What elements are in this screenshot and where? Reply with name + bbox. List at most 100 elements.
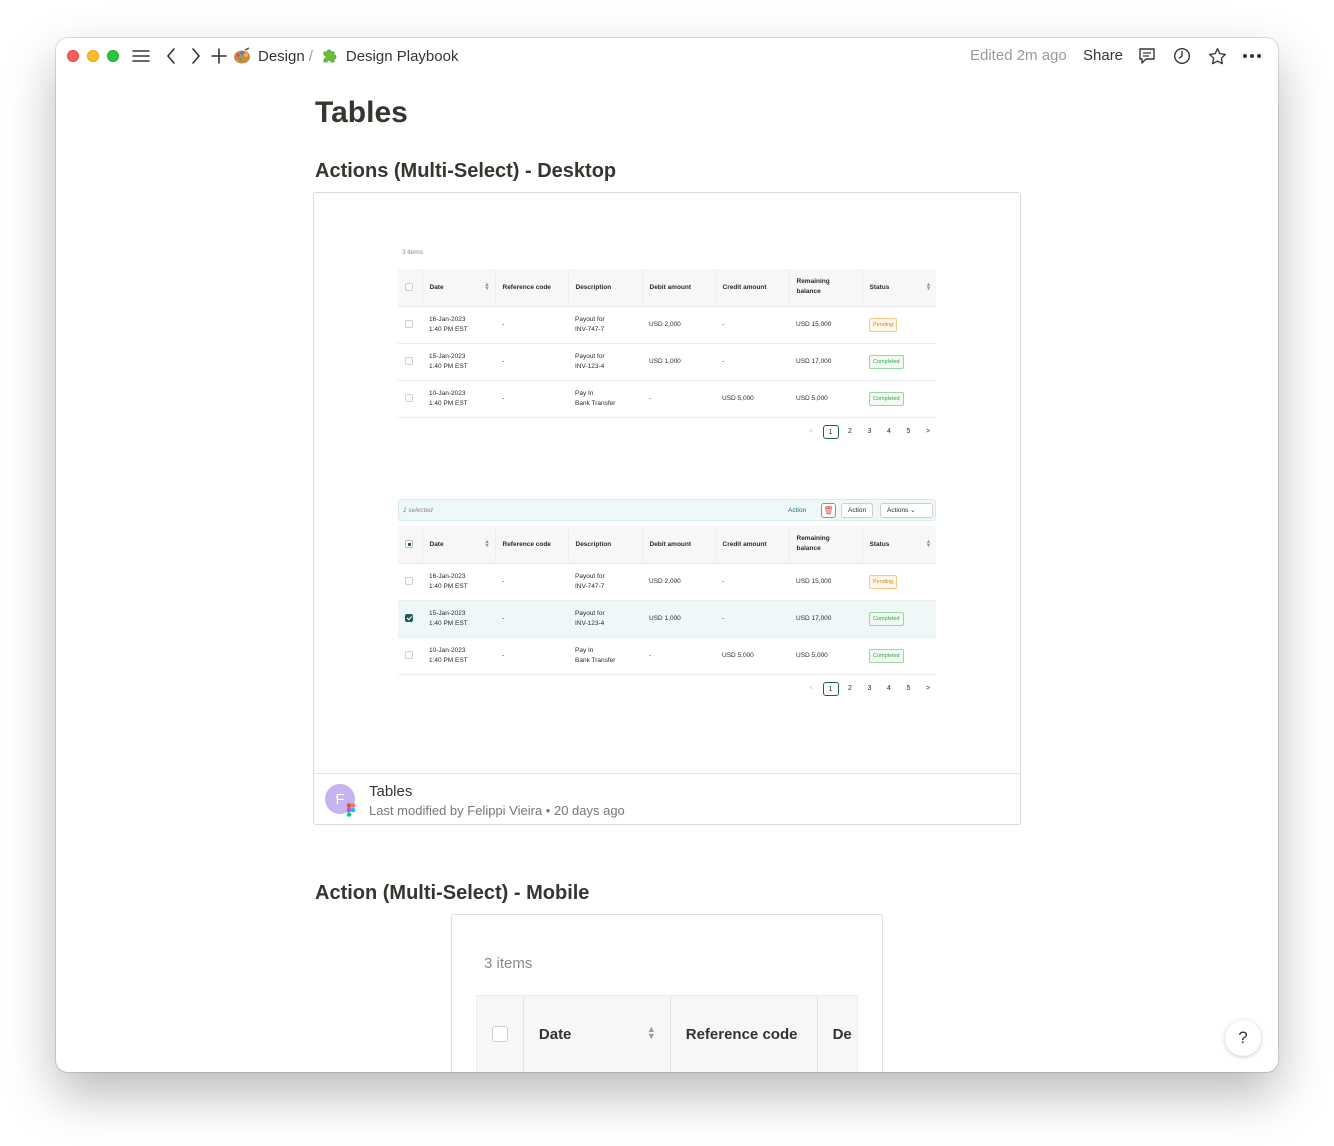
- row-checkbox[interactable]: [405, 393, 413, 402]
- mobile-figma-embed[interactable]: 3 items Date ▲ ▼ Reference code De: [451, 914, 883, 1072]
- breadcrumb-separator: /: [308, 47, 313, 65]
- chevron-down-icon: ⌄: [910, 507, 916, 514]
- bulk-action-bar: 1 selected Action 🗑 Action Actions ⌄: [398, 499, 936, 521]
- next-page-button[interactable]: >: [920, 682, 936, 696]
- sort-icon[interactable]: ▴ ▾: [485, 282, 488, 292]
- table-row[interactable]: 16-Jan-2023 1:40 PM EST - Payout for INV-7…: [398, 306, 936, 344]
- embed-title: Tables: [369, 783, 413, 800]
- page-title: Tables: [315, 96, 408, 129]
- status-badge: Completed: [869, 611, 904, 626]
- select-all-checkbox[interactable]: [398, 269, 423, 307]
- status-badge: Completed: [869, 391, 904, 406]
- row-checkbox-checked[interactable]: [405, 613, 413, 622]
- select-all-checkbox[interactable]: [398, 526, 423, 564]
- embed-subtitle: Last modified by Felippi Vieira • 20 day…: [369, 803, 625, 818]
- figma-embed[interactable]: 3 items Date ▴ ▾ Reference code Descriptio…: [313, 192, 1021, 825]
- minimize-window-button[interactable]: [87, 50, 99, 62]
- status-badge: Completed: [869, 648, 904, 663]
- page-4[interactable]: 4: [881, 425, 897, 439]
- next-page-button[interactable]: >: [920, 425, 936, 439]
- comments-icon[interactable]: [1137, 46, 1157, 66]
- column-header-date[interactable]: Date ▲ ▼: [524, 996, 671, 1072]
- column-header-credit: Credit amount: [715, 269, 790, 307]
- embed-footer[interactable]: F Tables Last modified by Felippi Vieira…: [314, 773, 1020, 825]
- page-5[interactable]: 5: [901, 425, 917, 439]
- page-1[interactable]: 1: [822, 425, 839, 439]
- column-header-balance: Remaining balance: [789, 526, 863, 564]
- mobile-table-header: Date ▲ ▼ Reference code De: [476, 995, 858, 1072]
- section-heading-mobile: Action (Multi-Select) - Mobile: [315, 882, 590, 904]
- sort-icon[interactable]: ▴ ▾: [485, 539, 488, 549]
- table-header-row: Date ▴ ▾ Reference code Description Debit …: [398, 269, 936, 307]
- breadcrumb-design[interactable]: Design: [258, 48, 305, 65]
- palette-emoji-icon: [233, 47, 251, 65]
- table-row-selected[interactable]: 15-Jan-2023 1:40 PM EST - Payout for INV-1…: [398, 600, 936, 638]
- zoom-window-button[interactable]: [107, 50, 119, 62]
- column-header-balance: Remaining balance: [789, 269, 863, 307]
- table-header-row: Date ▴ ▾ Reference code Description Debit …: [398, 526, 936, 564]
- column-header-date[interactable]: Date ▴ ▾: [422, 269, 496, 307]
- table-row[interactable]: 10-Jan-2023 1:40 PM EST - Pay In Bank Tran…: [398, 380, 936, 418]
- more-options-icon[interactable]: [1242, 46, 1262, 66]
- section-heading-desktop: Actions (Multi-Select) - Desktop: [315, 160, 617, 182]
- column-header-debit: Debit amount: [642, 526, 716, 564]
- sidebar-menu-icon[interactable]: [131, 46, 151, 66]
- page-1[interactable]: 1: [822, 682, 839, 696]
- data-table: Date ▴ ▾ Reference code Description Debit …: [398, 269, 936, 418]
- column-header-description: De: [832, 1025, 852, 1043]
- status-badge: Pending: [869, 574, 898, 589]
- breadcrumb: Design / Design Playbook: [233, 47, 458, 65]
- back-arrow-icon[interactable]: [161, 46, 181, 66]
- column-header-status[interactable]: Status ▴ ▾: [862, 269, 936, 307]
- pagination: < 1 2 3 4 5 >: [800, 682, 937, 696]
- items-count: 3 items: [484, 955, 533, 972]
- page-4[interactable]: 4: [881, 682, 897, 696]
- prev-page-button[interactable]: <: [803, 682, 819, 696]
- share-button[interactable]: Share: [1083, 47, 1123, 64]
- figma-logo-icon: [346, 803, 356, 817]
- page-5[interactable]: 5: [901, 682, 917, 696]
- select-all-checkbox[interactable]: [477, 996, 524, 1072]
- column-header-status[interactable]: Status ▴ ▾: [862, 526, 936, 564]
- delete-trash-icon[interactable]: 🗑: [821, 503, 836, 518]
- breadcrumb-design-playbook[interactable]: Design Playbook: [346, 48, 459, 65]
- table-row[interactable]: 10-Jan-2023 1:40 PM EST - Pay In Bank Tran…: [398, 637, 936, 675]
- data-table: Date ▴ ▾ Reference code Description Debit …: [398, 526, 936, 675]
- pagination: < 1 2 3 4 5 >: [800, 425, 937, 439]
- row-checkbox[interactable]: [405, 650, 413, 659]
- column-header-description: Description: [568, 526, 643, 564]
- items-count: 3 items: [402, 249, 423, 256]
- forward-arrow-icon[interactable]: [186, 46, 206, 66]
- column-header-description: Description: [568, 269, 643, 307]
- prev-page-button[interactable]: <: [803, 425, 819, 439]
- column-header-date[interactable]: Date ▴ ▾: [422, 526, 496, 564]
- column-header-reference: Reference code: [495, 526, 569, 564]
- new-page-plus-icon[interactable]: [209, 46, 229, 66]
- sort-icon[interactable]: ▲ ▼: [647, 1025, 656, 1041]
- table-row[interactable]: 16-Jan-2023 1:40 PM EST - Payout for INV-7…: [398, 563, 936, 601]
- page-2[interactable]: 2: [842, 682, 858, 696]
- status-badge: Completed: [869, 354, 904, 369]
- row-checkbox[interactable]: [405, 356, 413, 365]
- column-header-credit: Credit amount: [715, 526, 790, 564]
- row-checkbox[interactable]: [405, 319, 413, 328]
- sort-icon[interactable]: ▴ ▾: [927, 539, 930, 549]
- column-header-reference: Reference code: [495, 269, 569, 307]
- action-link[interactable]: Action: [788, 507, 806, 514]
- close-window-button[interactable]: [67, 50, 79, 62]
- page-2[interactable]: 2: [842, 425, 858, 439]
- page-3[interactable]: 3: [862, 425, 878, 439]
- action-button[interactable]: Action: [841, 503, 874, 518]
- favorite-star-icon[interactable]: [1207, 46, 1227, 66]
- actions-dropdown[interactable]: Actions ⌄: [880, 503, 933, 518]
- page-3[interactable]: 3: [862, 682, 878, 696]
- puzzle-emoji-icon: [321, 47, 339, 65]
- help-button[interactable]: ?: [1225, 1020, 1261, 1056]
- sort-icon[interactable]: ▴ ▾: [927, 282, 930, 292]
- title-bar: Design / Design Playbook Edited 2m ago S…: [56, 38, 1278, 74]
- history-clock-icon[interactable]: [1172, 46, 1192, 66]
- column-header-reference: Reference code: [671, 996, 818, 1072]
- row-checkbox[interactable]: [405, 576, 413, 585]
- table-row[interactable]: 15-Jan-2023 1:40 PM EST - Payout for INV-1…: [398, 343, 936, 381]
- status-badge: Pending: [869, 317, 898, 332]
